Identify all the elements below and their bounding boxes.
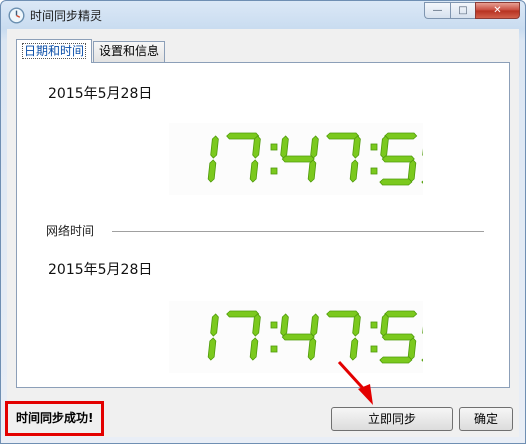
tab-settings-info[interactable]: 设置和信息 xyxy=(93,41,166,62)
lcd-segment-g xyxy=(281,333,315,341)
lcd-segment-g xyxy=(281,155,315,163)
lcd-colon-dot xyxy=(270,167,278,175)
window-title: 时间同步精灵 xyxy=(30,9,103,23)
lcd-digit xyxy=(379,132,418,186)
network-time-display xyxy=(169,301,423,373)
lcd-segment-b xyxy=(310,313,319,337)
network-time-digits xyxy=(207,310,423,364)
lcd-digit xyxy=(326,310,361,361)
title-bar[interactable]: 时间同步精灵 — □ ✕ xyxy=(1,1,525,29)
lcd-segment-c xyxy=(249,159,259,183)
lcd-segment-a xyxy=(326,132,360,140)
lcd-segment-a xyxy=(226,132,260,140)
lcd-digit xyxy=(226,132,261,183)
lcd-colon-dot xyxy=(370,167,378,175)
lcd-segment-d xyxy=(421,356,423,364)
lcd-segment-a xyxy=(326,310,360,318)
lcd-segment-f xyxy=(380,135,389,159)
close-button[interactable]: ✕ xyxy=(475,2,520,19)
lcd-colon-dot xyxy=(370,345,378,353)
lcd-segment-c xyxy=(249,337,259,361)
lcd-digit xyxy=(421,313,423,364)
app-window: 时间同步精灵 — □ ✕ 日期和时间 设置和信息 2015年5月28日 网络时间… xyxy=(0,0,526,444)
tab-date-time-label: 日期和时间 xyxy=(22,43,87,59)
lcd-segment-f xyxy=(280,313,289,337)
minimize-button[interactable]: — xyxy=(424,2,450,19)
lcd-digit xyxy=(280,135,319,183)
lcd-colon-dot xyxy=(370,143,378,151)
lcd-segment-g xyxy=(381,333,415,341)
lcd-segment-f xyxy=(422,313,423,337)
lcd-digit xyxy=(326,132,361,183)
tab-panel: 2015年5月28日 网络时间 2015年5月28日 xyxy=(16,62,510,388)
lcd-segment-c xyxy=(307,337,317,361)
lcd-segment-c xyxy=(349,337,359,361)
lcd-segment-c xyxy=(349,159,359,183)
status-text: 时间同步成功! xyxy=(16,411,94,425)
maximize-icon: □ xyxy=(458,5,468,16)
lcd-segment-a xyxy=(226,310,260,318)
minimize-icon: — xyxy=(432,5,443,16)
lcd-segment-g xyxy=(381,155,415,163)
lcd-digit xyxy=(280,313,319,361)
lcd-colon-dot xyxy=(370,321,378,329)
local-date: 2015年5月28日 xyxy=(48,86,153,102)
lcd-segment-a xyxy=(384,132,418,140)
lcd-segment-f xyxy=(280,135,289,159)
lcd-segment-d xyxy=(421,178,423,186)
lcd-colon-dot xyxy=(270,143,278,151)
lcd-segment-b xyxy=(210,313,219,337)
lcd-digit xyxy=(379,310,418,364)
network-date: 2015年5月28日 xyxy=(48,262,153,278)
lcd-digit xyxy=(207,313,219,361)
lcd-segment-f xyxy=(380,313,389,337)
lcd-segment-a xyxy=(384,310,418,318)
network-time-label: 网络时间 xyxy=(46,224,95,238)
ok-button[interactable]: 确定 xyxy=(459,407,513,431)
lcd-segment-d xyxy=(379,356,413,364)
lcd-segment-b xyxy=(310,135,319,159)
lcd-segment-c xyxy=(307,159,317,183)
local-time-display xyxy=(169,123,423,195)
lcd-colon-dot xyxy=(270,345,278,353)
local-time-digits xyxy=(207,132,423,186)
tab-date-time[interactable]: 日期和时间 xyxy=(16,39,93,63)
close-icon: ✕ xyxy=(493,5,502,16)
separator-line xyxy=(112,231,484,232)
lcd-segment-c xyxy=(207,159,217,183)
lcd-segment-b xyxy=(210,135,219,159)
lcd-segment-f xyxy=(422,135,423,159)
sync-now-button[interactable]: 立即同步 xyxy=(331,407,453,431)
tab-settings-info-label: 设置和信息 xyxy=(99,44,160,58)
lcd-segment-d xyxy=(379,178,413,186)
lcd-segment-c xyxy=(207,337,217,361)
status-highlight-box: 时间同步成功! xyxy=(5,401,104,436)
client-area: 日期和时间 设置和信息 2015年5月28日 网络时间 2015年5月28日 xyxy=(7,29,519,437)
lcd-digit xyxy=(207,135,219,183)
clock-icon xyxy=(8,7,25,24)
maximize-button[interactable]: □ xyxy=(450,2,475,19)
lcd-digit xyxy=(421,135,423,186)
lcd-digit xyxy=(226,310,261,361)
lcd-colon-dot xyxy=(270,321,278,329)
